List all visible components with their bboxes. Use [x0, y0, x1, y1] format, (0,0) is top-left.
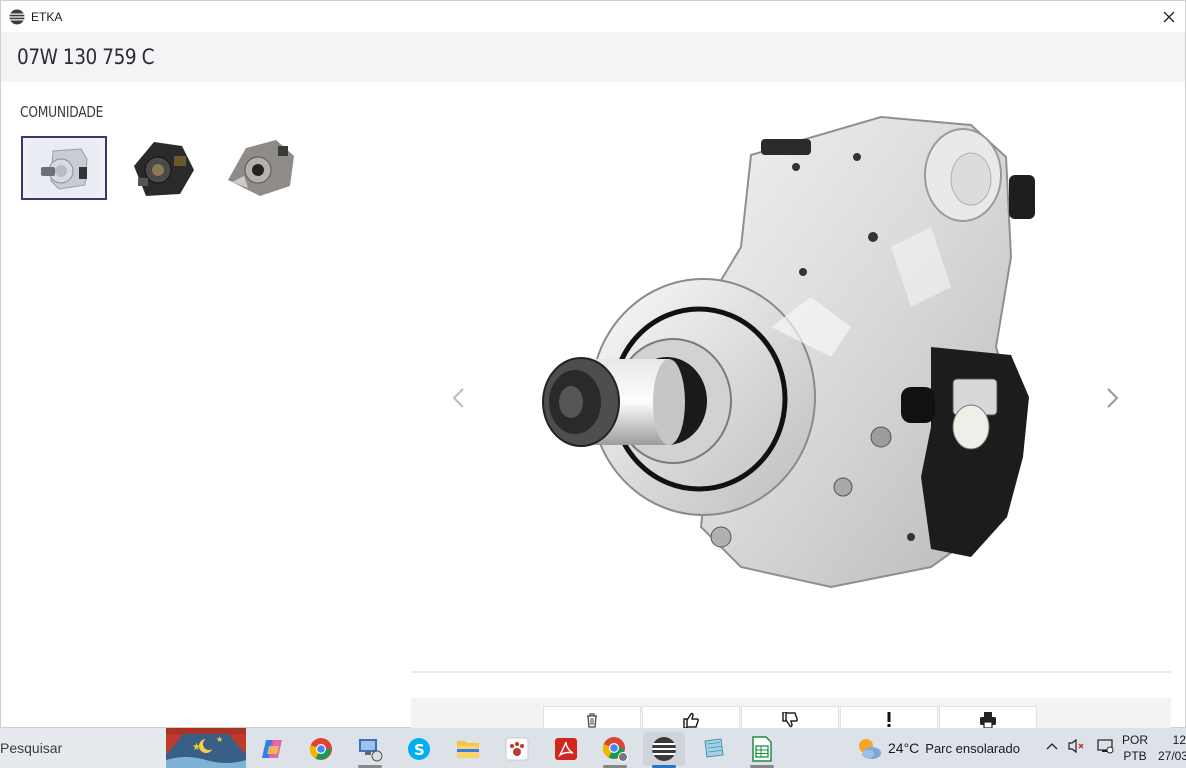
notes-icon — [704, 738, 724, 758]
dislike-button[interactable] — [741, 706, 839, 729]
language-code: POR — [1122, 733, 1149, 747]
part-header: 07W 130 759 C — [1, 32, 1185, 82]
spreadsheet-button[interactable] — [741, 732, 783, 768]
acrobat-icon — [555, 738, 577, 760]
thumbnail-strip — [21, 136, 303, 200]
chrome-icon — [309, 738, 332, 760]
skype-icon: S — [408, 738, 430, 760]
weather-condition: Parc ensolarado — [925, 740, 1020, 756]
clock-date: 27/03 — [1158, 749, 1186, 763]
community-section-label: COMUNIDADE — [20, 103, 104, 121]
printer-icon — [980, 712, 996, 728]
fuel-pump-dark-thumbnail-image — [124, 136, 200, 200]
high-pressure-fuel-pump-image — [542, 115, 1035, 589]
windows-taskbar: Pesquisar ★ ★ S 24°C Parc ensolarado POR… — [0, 728, 1186, 768]
chrome-profile-button[interactable] — [594, 732, 636, 768]
close-icon — [1163, 11, 1175, 22]
spreadsheet-icon — [752, 736, 772, 762]
svg-text:S: S — [414, 741, 425, 759]
exclamation-icon — [887, 712, 891, 727]
acrobat-button[interactable] — [545, 732, 587, 766]
fuel-pump-grey-thumbnail-image — [220, 136, 300, 200]
image-action-bar — [411, 698, 1171, 729]
title-bar: ETKA — [1, 1, 1185, 32]
like-button[interactable] — [642, 706, 740, 729]
file-explorer-button[interactable] — [447, 732, 489, 766]
etka-icon — [652, 737, 676, 761]
system-tray — [1046, 738, 1114, 754]
trash-icon — [587, 713, 597, 728]
viewer-divider — [411, 671, 1171, 673]
svg-text:★: ★ — [216, 735, 223, 744]
paw-app-button[interactable] — [496, 732, 538, 766]
weather-widget[interactable]: 24°C Parc ensolarado — [856, 736, 1020, 760]
chevron-up-icon[interactable] — [1046, 742, 1058, 750]
weather-temperature: 24°C — [888, 740, 920, 756]
thumbnail-2[interactable] — [119, 136, 205, 200]
speaker-muted-icon[interactable] — [1068, 738, 1086, 754]
widgets-icon: ★ ★ — [166, 728, 246, 768]
notes-button[interactable] — [692, 732, 734, 766]
thumbnail-3[interactable] — [217, 136, 303, 200]
taskbar-search-box[interactable]: Pesquisar — [0, 728, 166, 768]
input-language-indicator[interactable]: POR PTB — [1122, 732, 1148, 764]
etka-window: ETKA 07W 130 759 C COMUNIDADE — [0, 0, 1186, 729]
partly-sunny-icon — [859, 739, 881, 759]
fuel-pump-thumbnail-image — [29, 141, 99, 195]
copilot-button[interactable] — [251, 732, 293, 766]
main-image-viewer — [411, 97, 1171, 671]
part-number-title: 07W 130 759 C — [17, 45, 155, 69]
etka-logo-icon — [9, 9, 25, 24]
etka-taskbar-button[interactable] — [643, 732, 685, 768]
keyboard-layout-code: PTB — [1123, 749, 1147, 763]
network-icon[interactable] — [1096, 738, 1114, 754]
chrome-profile-icon — [602, 737, 628, 762]
window-title: ETKA — [31, 9, 63, 24]
clock-time: 12 — [1172, 733, 1186, 747]
network-app-button[interactable] — [349, 732, 391, 768]
chevron-left-icon — [452, 388, 464, 408]
widgets-button[interactable]: ★ ★ — [166, 728, 246, 768]
thumbs-down-icon — [782, 712, 798, 728]
svg-text:★: ★ — [192, 742, 201, 753]
taskbar-clock[interactable]: 12 27/03 — [1158, 732, 1186, 764]
close-button[interactable] — [1153, 1, 1185, 32]
paw-app-icon — [505, 737, 529, 761]
file-explorer-icon — [457, 741, 479, 758]
network-app-icon — [359, 739, 383, 762]
skype-button[interactable]: S — [398, 732, 440, 766]
search-placeholder: Pesquisar — [0, 740, 63, 756]
thumbs-up-icon — [683, 712, 699, 728]
delete-button[interactable] — [543, 706, 641, 729]
previous-image-button[interactable] — [446, 383, 470, 413]
report-button[interactable] — [840, 706, 938, 729]
thumbnail-1[interactable] — [21, 136, 107, 200]
next-image-button[interactable] — [1101, 383, 1125, 413]
print-button[interactable] — [939, 706, 1037, 729]
chevron-right-icon — [1107, 388, 1119, 408]
chrome-button[interactable] — [300, 732, 342, 766]
copilot-icon — [262, 740, 282, 758]
